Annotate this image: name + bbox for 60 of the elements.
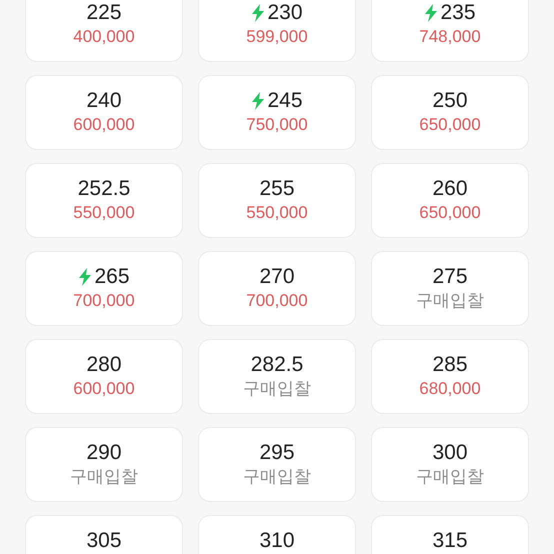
size-label: 252.5 [78,176,130,202]
size-option[interactable]: 235 748,000 [371,0,529,62]
size-option[interactable]: 300 구매입찰 [371,427,529,502]
size-option[interactable]: 240 600,000 [25,75,183,150]
bid-label: 구매입찰 [243,378,311,400]
size-label: 315 [432,528,468,554]
size-option[interactable]: 285 680,000 [371,339,529,414]
bid-label: 구매입찰 [70,466,138,488]
price-label: 650,000 [419,202,481,224]
size-option[interactable]: 305 [25,515,183,554]
size-label: 270 [259,264,295,290]
size-label: 250 [432,88,468,114]
size-option[interactable]: 245 750,000 [198,75,356,150]
price-label: 550,000 [73,202,135,224]
size-option[interactable]: 230 599,000 [198,0,356,62]
price-label: 700,000 [73,290,135,312]
size-label: 300 [432,440,468,466]
size-option[interactable]: 252.5 550,000 [25,163,183,238]
price-label: 550,000 [246,202,308,224]
size-option[interactable]: 270 700,000 [198,251,356,326]
size-option[interactable]: 280 600,000 [25,339,183,414]
size-label: 230 [267,0,303,26]
bid-label: 구매입찰 [416,290,484,312]
size-label: 295 [259,440,295,466]
price-label: 750,000 [246,114,308,136]
price-label: 600,000 [73,114,135,136]
size-label: 245 [267,88,303,114]
price-label: 650,000 [419,114,481,136]
size-option[interactable]: 310 [198,515,356,554]
size-label: 260 [432,176,468,202]
size-option[interactable]: 295 구매입찰 [198,427,356,502]
size-option[interactable]: 275 구매입찰 [371,251,529,326]
size-option[interactable]: 250 650,000 [371,75,529,150]
size-option[interactable]: 260 650,000 [371,163,529,238]
size-label: 240 [86,88,122,114]
price-label: 680,000 [419,378,481,400]
price-label: 400,000 [73,26,135,48]
size-label: 290 [86,440,122,466]
size-label: 285 [432,352,468,378]
size-option[interactable]: 265 700,000 [25,251,183,326]
size-option[interactable]: 315 [371,515,529,554]
size-label: 225 [86,0,122,26]
price-label: 600,000 [73,378,135,400]
size-label: 265 [94,264,130,290]
size-label: 282.5 [250,352,304,378]
size-label: 305 [86,528,122,554]
bid-label: 구매입찰 [243,466,311,488]
size-option[interactable]: 282.5 구매입찰 [198,339,356,414]
size-label: 255 [259,176,295,202]
size-label: 235 [440,0,476,26]
price-label: 748,000 [419,26,481,48]
price-label: 599,000 [246,26,308,48]
size-option[interactable]: 225 400,000 [25,0,183,62]
size-label: 275 [432,264,468,290]
price-label: 700,000 [246,290,308,312]
size-label: 280 [86,352,122,378]
size-option[interactable]: 290 구매입찰 [25,427,183,502]
size-label: 310 [259,528,295,554]
bid-label: 구매입찰 [416,466,484,488]
size-option[interactable]: 255 550,000 [198,163,356,238]
